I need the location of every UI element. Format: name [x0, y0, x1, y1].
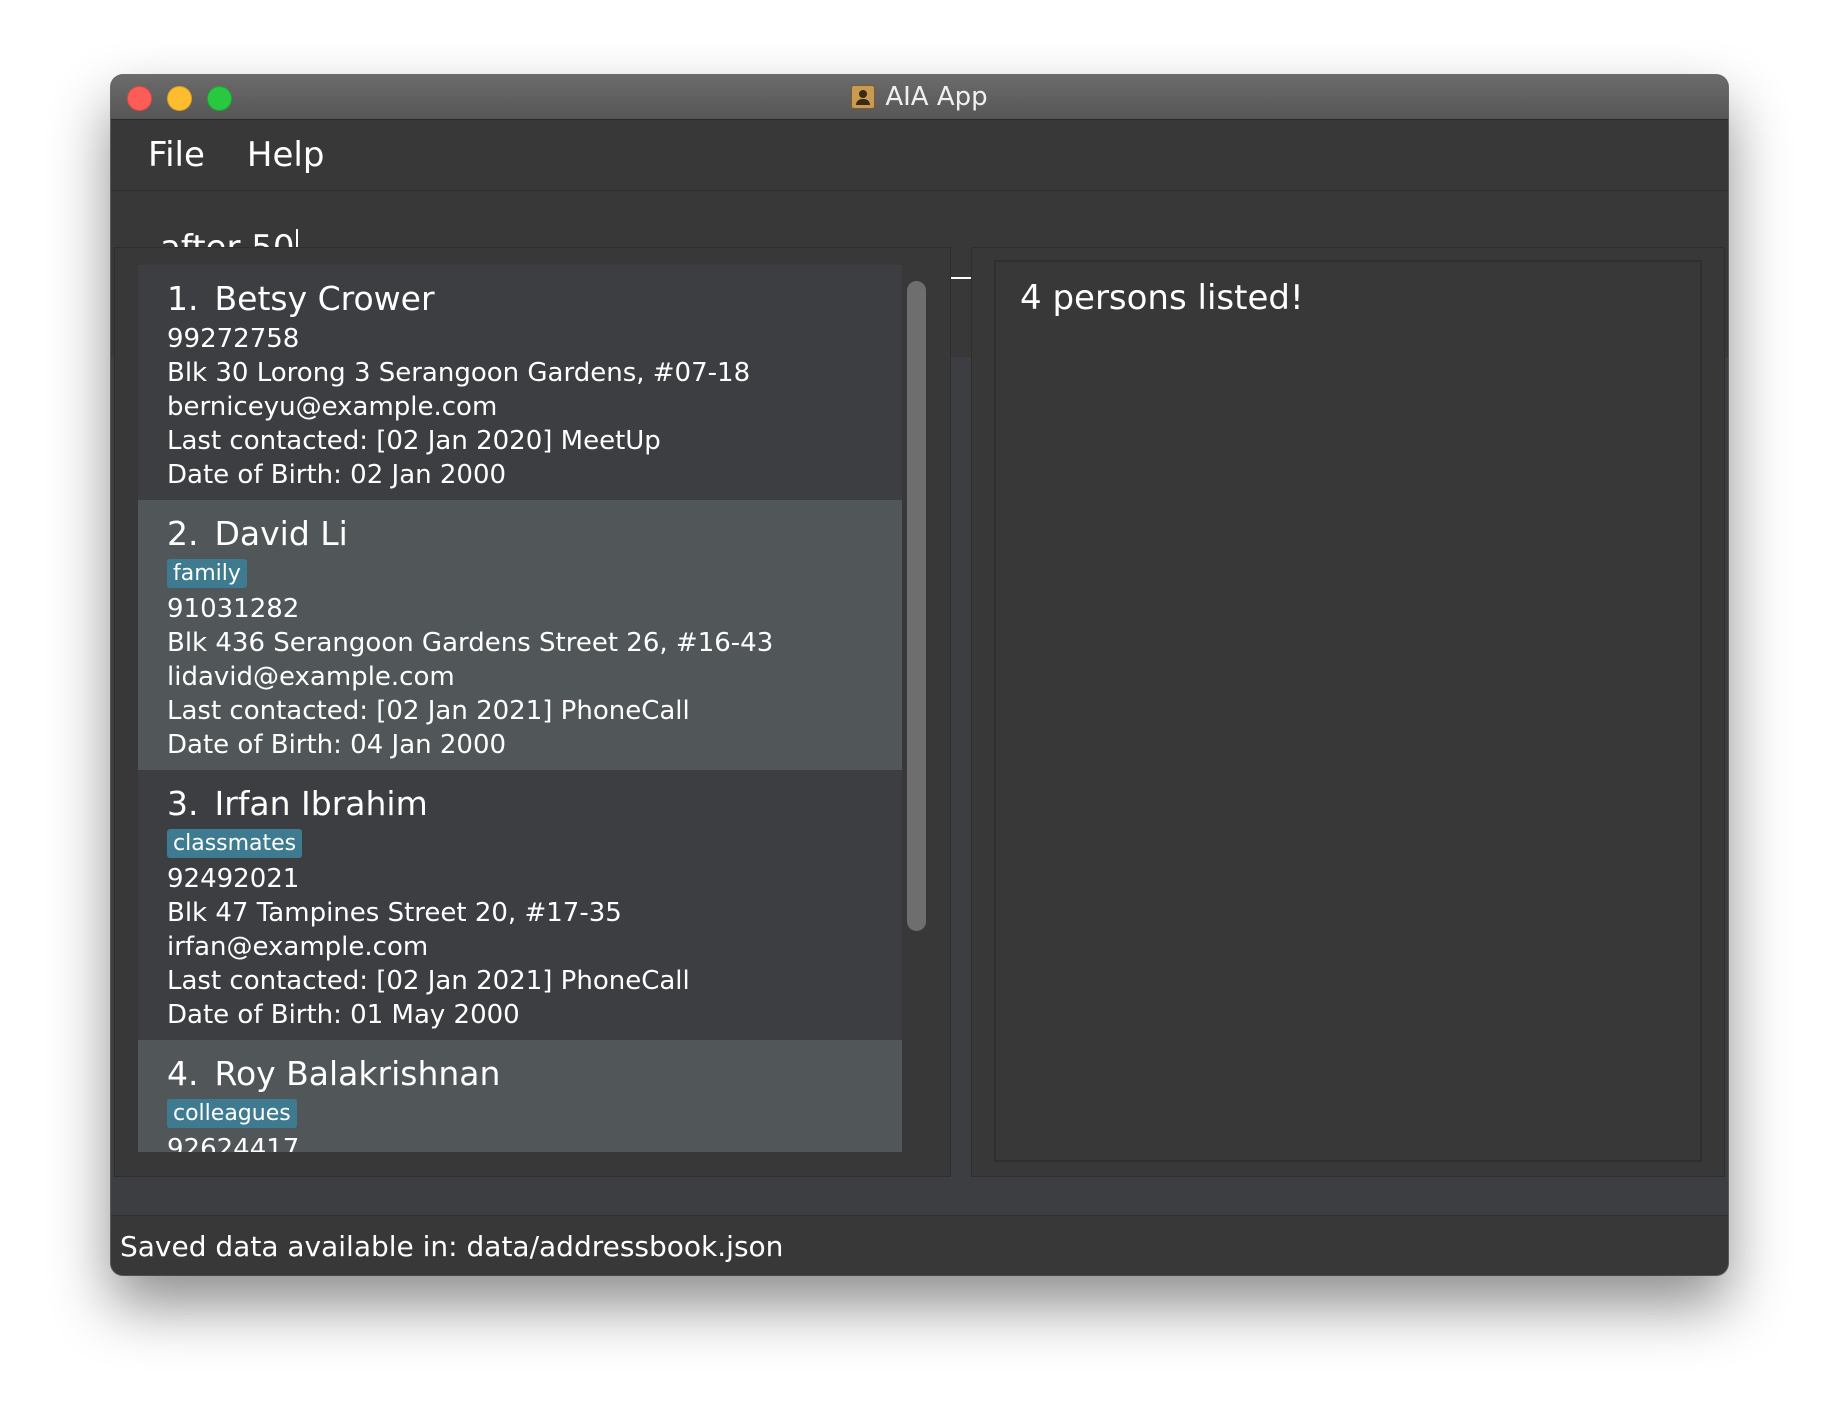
address-book-icon: [851, 85, 876, 109]
tag-row: colleagues: [167, 1097, 902, 1132]
window-title-group: AIA App: [111, 75, 1728, 119]
result-panel: 4 persons listed!: [971, 247, 1725, 1177]
person-phone: 99272758: [167, 324, 300, 354]
app-window: AIA App File Help after 50 1.Betsy Crowe…: [111, 75, 1728, 1275]
person-index: 4.: [167, 1054, 199, 1093]
person-index: 2.: [167, 514, 199, 553]
person-name-row: 2. David Li: [167, 514, 902, 553]
menu-file[interactable]: File: [148, 135, 205, 175]
person-phone: 92624417: [167, 1134, 300, 1152]
person-index: 3.: [167, 784, 199, 823]
person-tag: colleagues: [167, 1099, 297, 1128]
person-card[interactable]: 1. Betsy Crower 99272758 Blk 30 Lorong 3 Se…: [138, 265, 902, 500]
person-email: berniceyu@example.com: [167, 392, 498, 422]
person-tag: classmates: [167, 829, 303, 858]
person-name: David Li: [214, 514, 348, 553]
person-email: irfan@example.com: [167, 932, 429, 962]
menu-help[interactable]: Help: [247, 135, 325, 175]
tag-row: classmates: [167, 827, 902, 862]
person-address: Blk 47 Tampines Street 20, #17-35: [167, 898, 622, 928]
title-bar[interactable]: AIA App: [111, 75, 1728, 120]
person-index: 1.: [167, 279, 199, 318]
person-phone: 91031282: [167, 594, 300, 624]
person-email: lidavid@example.com: [167, 662, 455, 692]
result-display: 4 persons listed!: [994, 260, 1702, 1162]
person-last-contacted: Last contacted: [02 Jan 2021] PhoneCall: [167, 696, 690, 726]
menu-bar: File Help: [111, 120, 1728, 191]
person-last-contacted: Last contacted: [02 Jan 2020] MeetUp: [167, 426, 661, 456]
person-dob: Date of Birth: 02 Jan 2000: [167, 460, 507, 490]
person-name: Irfan Ibrahim: [214, 784, 428, 823]
status-text: Saved data available in: data/addressboo…: [120, 1229, 784, 1263]
person-address: Blk 436 Serangoon Gardens Street 26, #16…: [167, 628, 774, 658]
person-list[interactable]: 1. Betsy Crower 99272758 Blk 30 Lorong 3 Se…: [138, 265, 902, 1152]
status-bar: Saved data available in: data/addressboo…: [111, 1215, 1728, 1275]
person-last-contacted: Last contacted: [02 Jan 2021] PhoneCall: [167, 966, 690, 996]
person-dob: Date of Birth: 01 May 2000: [167, 1000, 520, 1030]
person-list-panel: 1. Betsy Crower 99272758 Blk 30 Lorong 3 Se…: [114, 247, 951, 1177]
tag-row: family: [167, 557, 902, 592]
person-tag: family: [167, 559, 247, 588]
result-message: 4 persons listed!: [1020, 278, 1304, 318]
person-card[interactable]: 4.Roy Balakrishnancolleagues92624417Blk …: [138, 1040, 902, 1152]
person-card[interactable]: 2. David Li family 91031282 Blk 436 Serangoo…: [138, 500, 902, 770]
person-name: Betsy Crower: [214, 279, 435, 318]
person-phone: 92492021: [167, 864, 300, 894]
person-dob: Date of Birth: 04 Jan 2000: [167, 730, 507, 760]
person-name-row: 4. Roy Balakrishnan: [167, 1054, 902, 1093]
person-name-row: 1. Betsy Crower: [167, 279, 902, 318]
person-name: Roy Balakrishnan: [214, 1054, 501, 1093]
person-card[interactable]: 3. Irfan Ibrahim classmates 92492021 Blk 47 …: [138, 770, 902, 1040]
list-scrollbar[interactable]: [907, 281, 926, 931]
person-address: Blk 30 Lorong 3 Serangoon Gardens, #07-1…: [167, 358, 751, 388]
person-name-row: 3. Irfan Ibrahim: [167, 784, 902, 823]
window-title: AIA App: [885, 82, 988, 112]
